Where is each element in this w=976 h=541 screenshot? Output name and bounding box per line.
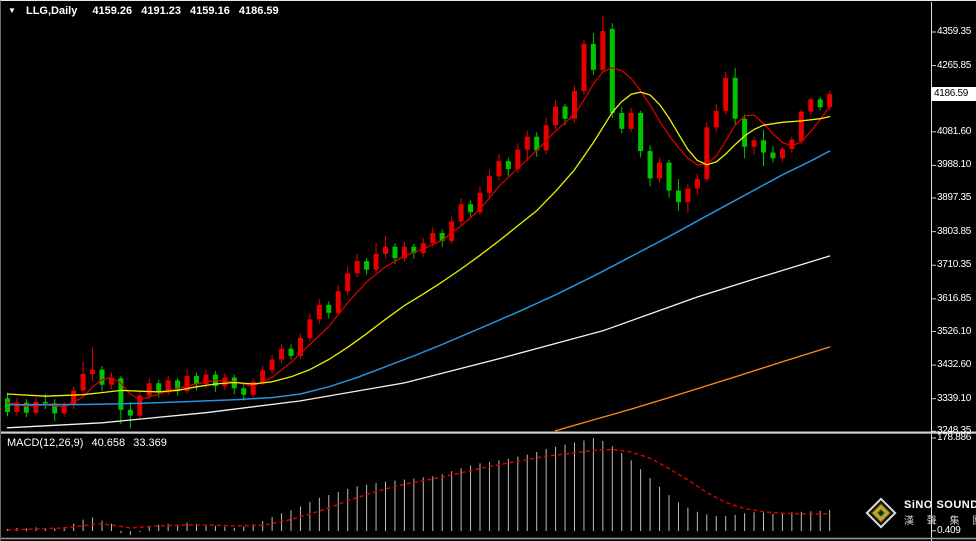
price-axis-label: 3710.35 [937,259,971,271]
price-axis-label: 3803.85 [937,226,971,238]
price-axis-label: 4359.35 [937,26,971,38]
price-axis-label: 4265.85 [937,60,971,72]
macd-main-value: 40.658 [91,437,125,449]
open-value: 4159.26 [92,5,132,17]
close-value: 4186.59 [239,5,279,17]
chart-canvas[interactable] [1,1,976,541]
candlestick-layer [5,16,832,429]
sino-sound-logo-icon [864,496,898,530]
symbol-timeframe-label: LLG,Daily [26,5,77,17]
moving-average-lines-layer [8,68,830,431]
chart-header: ▼ LLG,Daily 4159.26 4191.23 4159.16 4186… [8,5,285,17]
price-axis-label: 4081.60 [937,126,971,138]
macd-panel-layer[interactable] [8,438,830,535]
price-axis-label: 3526.10 [937,326,971,338]
ma-slow-blue [8,151,830,405]
price-axis-label: 3897.35 [937,192,971,204]
price-axis-label: 3988.10 [937,159,971,171]
current-price-tag: 4186.59 [931,87,976,101]
ma-fast-red [8,68,830,407]
panel-frame-layer [1,2,976,541]
macd-scale-top-label: 178.886 [937,432,971,443]
trading-chart-window: ▼ LLG,Daily 4159.26 4191.23 4159.16 4186… [0,0,976,541]
watermark-brand-text: SiNO SOUND [904,499,976,511]
price-axis-label: 3339.10 [937,393,971,405]
macd-signal-line [8,449,830,530]
price-axis-label: 3432.60 [937,359,971,371]
low-value: 4159.16 [190,5,230,17]
macd-indicator-label: MACD(12,26,9) 40.658 33.369 [7,437,172,449]
ma-longest-orange [556,347,830,431]
macd-signal-value: 33.369 [133,437,167,449]
dropdown-icon[interactable]: ▼ [8,6,16,15]
macd-scale-bottom-label: 0.409 [937,525,961,536]
price-axis-label: 3616.85 [937,293,971,305]
high-value: 4191.23 [141,5,181,17]
macd-name: MACD(12,26,9) [7,437,83,449]
